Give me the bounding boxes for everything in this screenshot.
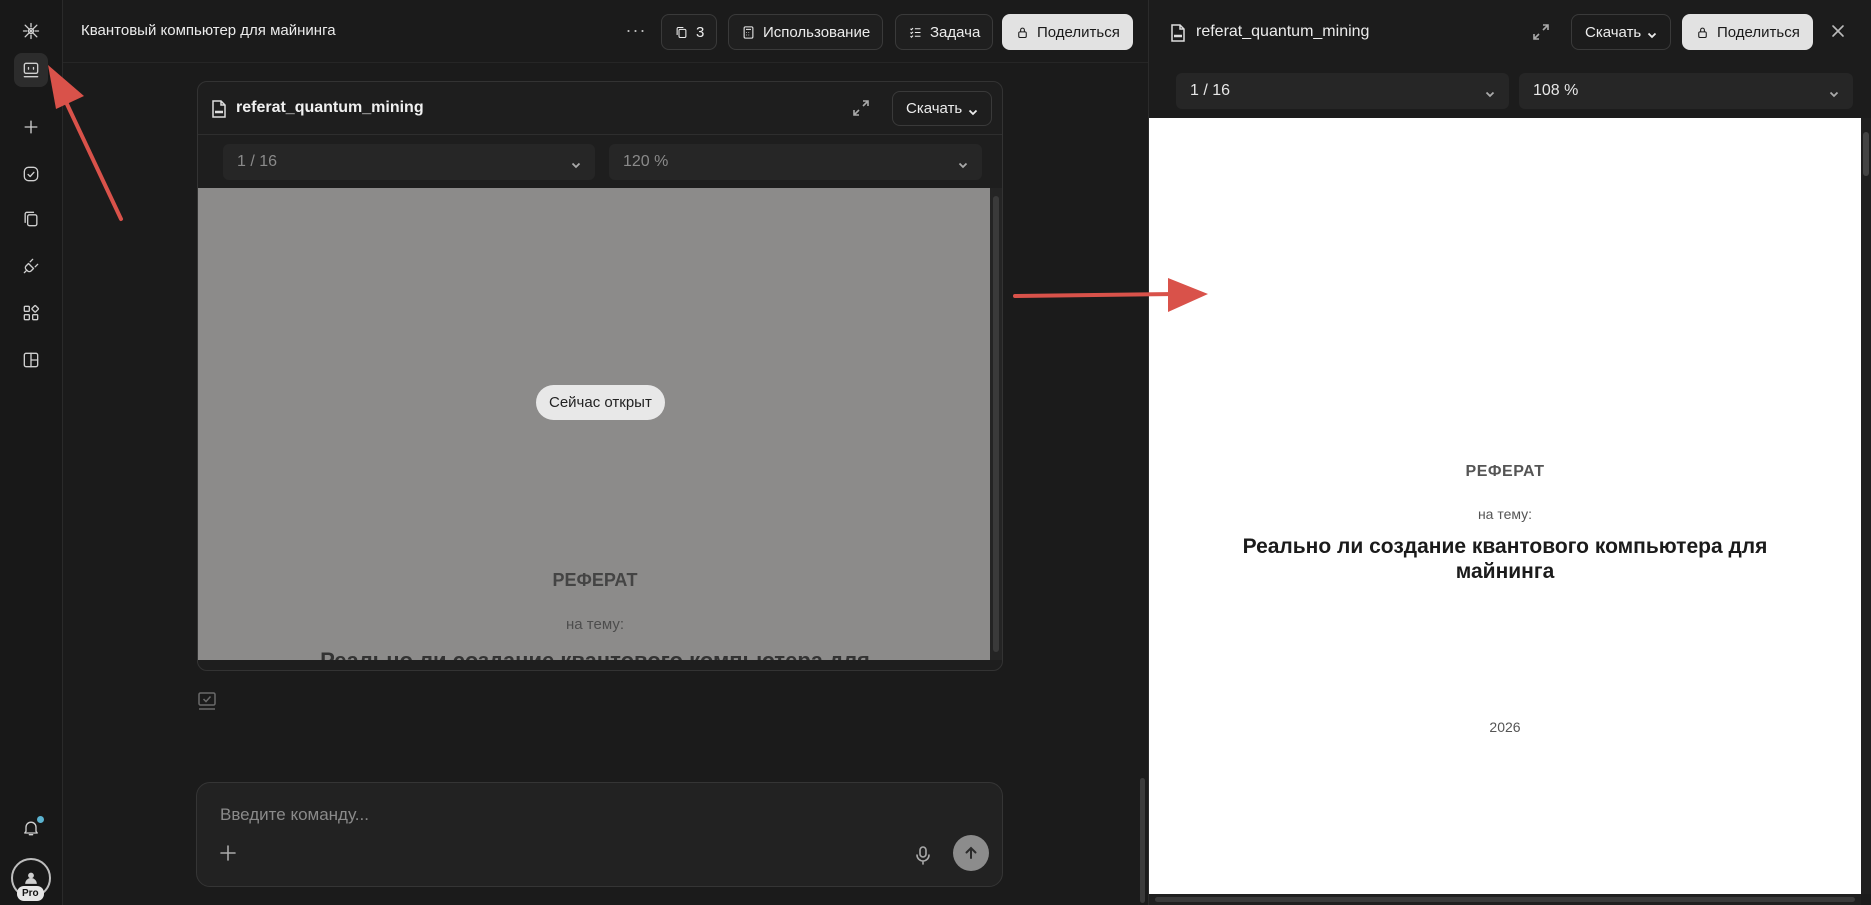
- attach-plus-icon[interactable]: [218, 843, 238, 863]
- files-count: 3: [696, 23, 705, 41]
- command-input[interactable]: Введите команду...: [220, 805, 369, 825]
- scrollbar-thumb[interactable]: [1140, 778, 1145, 903]
- calculator-icon: [743, 25, 754, 39]
- doc-file-icon: [211, 100, 227, 118]
- document-page: РЕФЕРАТ на тему: Реально ли создание ква…: [1149, 118, 1861, 894]
- card-zoom-select[interactable]: 120 %: [609, 144, 982, 180]
- task-done-icon: [196, 690, 218, 712]
- card-page-select[interactable]: 1 / 16: [223, 144, 595, 180]
- app-logo-icon[interactable]: [14, 14, 48, 48]
- expand-icon[interactable]: [1532, 23, 1550, 41]
- scrollbar-thumb[interactable]: [1863, 132, 1869, 176]
- microphone-icon[interactable]: [913, 845, 931, 865]
- now-open-badge: Сейчас открыт: [536, 385, 665, 420]
- scrollbar-thumb[interactable]: [1155, 897, 1855, 902]
- card-download-button[interactable]: Скачать: [892, 91, 993, 126]
- share-button[interactable]: Поделиться: [1002, 14, 1133, 50]
- bell-icon[interactable]: [14, 811, 48, 845]
- terminal-icon[interactable]: [14, 53, 48, 87]
- panel-horizontal-scrollbar[interactable]: [1149, 894, 1861, 905]
- checklist-icon: [910, 27, 921, 38]
- panel-download-label: Скачать: [1585, 23, 1642, 41]
- send-button[interactable]: [953, 835, 989, 871]
- usage-button[interactable]: Использование: [728, 14, 884, 50]
- pro-badge: Pro: [17, 886, 44, 901]
- top-bar: Квантовый компьютер для майнинга ··· 3 И…: [63, 0, 1148, 63]
- files-icon: [676, 26, 687, 38]
- task-label: Задача: [930, 23, 981, 41]
- lock-icon: [1018, 27, 1027, 38]
- preview-scrollbar[interactable]: [990, 188, 1002, 660]
- chevron-down-icon: [1485, 86, 1495, 98]
- arrow-up-icon: [965, 846, 977, 859]
- preview-subheading: на тему:: [566, 616, 624, 633]
- files-icon[interactable]: [14, 202, 48, 236]
- card-filename: referat_quantum_mining: [236, 99, 424, 116]
- app-window: Pro Квантовый компьютер для майнинга ···…: [0, 0, 1871, 905]
- panel-zoom-value: 108 %: [1533, 82, 1579, 99]
- expand-icon[interactable]: [852, 99, 870, 117]
- card-zoom-value: 120 %: [623, 153, 669, 170]
- panel-page-value: 1 / 16: [1190, 82, 1231, 99]
- preview-heading: РЕФЕРАТ: [552, 570, 638, 590]
- chevron-down-icon: [1647, 27, 1657, 39]
- close-icon[interactable]: [1829, 22, 1847, 40]
- scrollbar-thumb[interactable]: [993, 196, 999, 652]
- apps-grid-icon[interactable]: [14, 296, 48, 330]
- lock-icon: [1698, 27, 1707, 38]
- panel-zoom-select[interactable]: 108 %: [1519, 73, 1853, 109]
- chevron-down-icon: [1829, 86, 1839, 98]
- document-panel: referat_quantum_mining Скачать Поделитьс…: [1148, 0, 1871, 905]
- doc-subheading: на тему:: [1477, 506, 1533, 522]
- left-sidebar: Pro: [0, 0, 63, 905]
- card-header: referat_quantum_mining Скачать: [198, 82, 1002, 135]
- preview-title: Реально ли создание квантового компьютер…: [198, 648, 992, 660]
- panel-page-select[interactable]: 1 / 16: [1176, 73, 1509, 109]
- command-input-box[interactable]: Введите команду...: [196, 782, 1003, 887]
- files-count-button[interactable]: 3: [661, 14, 718, 50]
- doc-heading: РЕФЕРАТ: [1465, 463, 1545, 480]
- share-label: Поделиться: [1037, 23, 1120, 41]
- card-page-value: 1 / 16: [237, 153, 278, 170]
- tasks-check-icon[interactable]: [14, 157, 48, 191]
- doc-title: Реально ли создание квантового компьютер…: [1242, 535, 1768, 583]
- plus-icon[interactable]: [14, 110, 48, 144]
- task-button[interactable]: Задача: [895, 14, 994, 50]
- chat-title: Квантовый компьютер для майнинга: [81, 22, 336, 39]
- main-scrollbar[interactable]: [1138, 63, 1148, 905]
- panel-share-button[interactable]: Поделиться: [1682, 14, 1813, 50]
- panel-download-button[interactable]: Скачать: [1571, 14, 1672, 50]
- usage-label: Использование: [763, 23, 871, 41]
- notification-dot: [37, 816, 44, 823]
- card-download-label: Скачать: [906, 100, 963, 117]
- document-viewer-card: referat_quantum_mining Скачать 1 / 16 12…: [197, 81, 1003, 671]
- layout-icon[interactable]: [14, 343, 48, 377]
- plug-icon[interactable]: [14, 249, 48, 283]
- doc-file-icon: [1170, 24, 1186, 42]
- chevron-down-icon: [571, 157, 581, 169]
- chevron-down-icon: [968, 104, 978, 115]
- document-preview[interactable]: Сейчас открыт РЕФЕРАТ на тему: Реально л…: [198, 188, 992, 660]
- more-options-button[interactable]: ···: [621, 16, 651, 46]
- doc-year: 2026: [1489, 719, 1521, 735]
- chevron-down-icon: [958, 157, 968, 169]
- panel-filename: referat_quantum_mining: [1196, 23, 1370, 40]
- panel-share-label: Поделиться: [1717, 23, 1800, 41]
- panel-vertical-scrollbar[interactable]: [1861, 118, 1871, 894]
